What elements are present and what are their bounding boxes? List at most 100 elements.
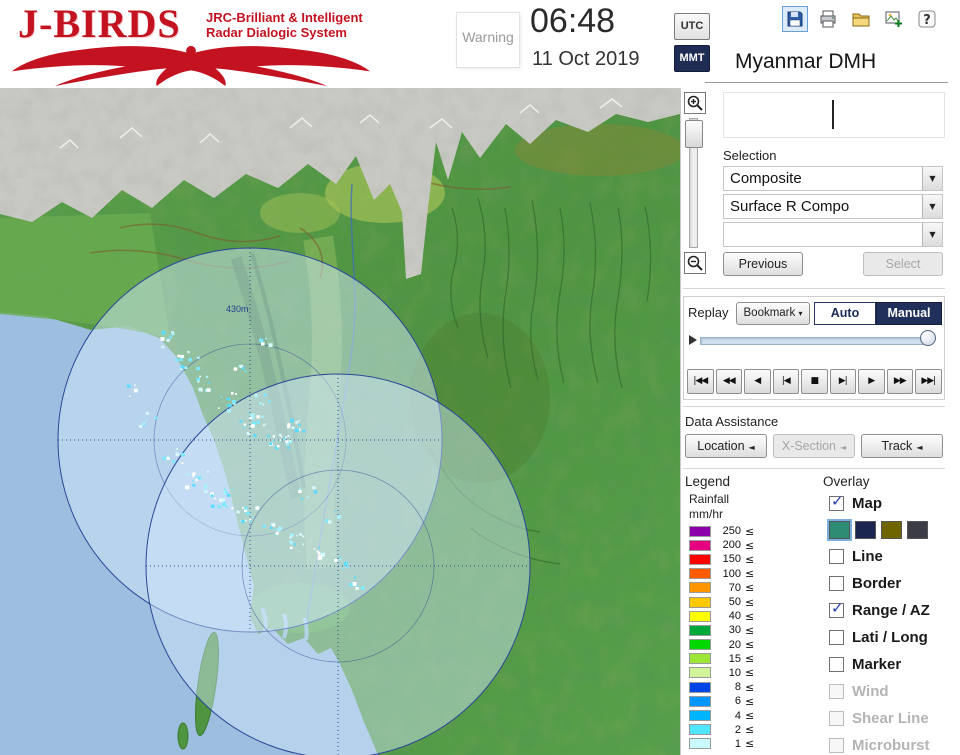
playback-last-button[interactable]: ▶▶| [915, 369, 942, 394]
legend-value: 10 [728, 666, 741, 679]
legend-color-chip [689, 738, 711, 750]
legend-row: 150 ≤ [689, 552, 754, 566]
export-image-button[interactable] [881, 6, 907, 32]
bookmark-label: Bookmark [743, 307, 796, 319]
overlay-item-marker[interactable]: Marker [829, 651, 945, 678]
check-mark-icon: ✓ [831, 599, 844, 617]
product-dropdown[interactable]: Composite ▼ [723, 166, 943, 191]
legend-row: 50 ≤ [689, 595, 754, 609]
checkbox[interactable]: ✓ [829, 599, 844, 618]
replay-panel: Replay Bookmark ▾ Auto Manual |◀◀ ◀◀ ◀ |◀ ■ ▶… [683, 296, 945, 400]
location-button[interactable]: Location ◄ [685, 434, 767, 458]
map-style-swatch[interactable] [881, 521, 902, 539]
print-button[interactable] [815, 6, 841, 32]
replay-slider-track[interactable] [700, 337, 928, 345]
checkbox[interactable] [829, 657, 844, 672]
legend-row: 250 ≤ [689, 524, 754, 538]
zoom-out-button[interactable] [684, 252, 706, 274]
overlay-item-border[interactable]: Border [829, 570, 945, 597]
overlay-item-label: Line [852, 548, 883, 565]
save-button[interactable] [782, 6, 808, 32]
svg-text:?: ? [923, 13, 931, 28]
eagle-icon [11, 45, 371, 87]
app-window: J-BIRDS JRC-Brilliant & Intelligent Rada… [0, 0, 960, 755]
chevron-down-icon[interactable]: ▼ [922, 223, 942, 246]
replay-slider-thumb[interactable] [920, 330, 936, 346]
magnifier-plus-icon [687, 95, 703, 111]
overlay-item-wind[interactable]: Wind [829, 678, 945, 705]
manual-mode-button[interactable]: Manual [876, 302, 942, 325]
playback-rewind-button[interactable]: ◀◀ [715, 369, 742, 394]
radar-map[interactable]: 430m [0, 88, 685, 755]
overlay-item-microburst[interactable]: Microburst [829, 732, 945, 755]
playback-play-button[interactable]: ▶ [858, 369, 885, 394]
legend-value: 15 [728, 652, 741, 665]
help-button[interactable]: ? [914, 6, 940, 32]
playback-first-button[interactable]: |◀◀ [687, 369, 714, 394]
legend-color-chip [689, 539, 711, 551]
playback-fast-forward-button[interactable]: ▶▶ [886, 369, 913, 394]
folder-icon [852, 13, 870, 27]
zoom-slider-thumb[interactable] [685, 120, 703, 148]
parameter-dropdown[interactable]: ▼ [723, 222, 943, 247]
zoom-slider[interactable] [685, 118, 703, 248]
checkbox[interactable] [829, 711, 844, 726]
open-folder-button[interactable] [848, 6, 874, 32]
subproduct-dropdown[interactable]: Surface R Compo ▼ [723, 194, 943, 219]
playback-step-back-button[interactable]: |◀ [772, 369, 799, 394]
divider [683, 468, 945, 470]
bookmark-button[interactable]: Bookmark ▾ [736, 302, 810, 325]
select-button[interactable]: Select [863, 252, 943, 276]
overlay-item-label: Border [852, 575, 902, 592]
checkbox[interactable] [829, 549, 844, 564]
overlay-item-lati-long[interactable]: Lati / Long [829, 624, 945, 651]
overlay-item-line[interactable]: Line [829, 543, 945, 570]
station-list-box[interactable] [723, 92, 945, 138]
checkbox[interactable] [829, 738, 844, 753]
legend-suffix: ≤ [745, 567, 755, 581]
map-style-swatch[interactable] [855, 521, 876, 539]
legend-color-chip [689, 667, 711, 679]
checkbox[interactable] [829, 684, 844, 699]
chevron-down-icon[interactable]: ▼ [922, 195, 942, 218]
playback-stop-button[interactable]: ■ [801, 369, 828, 394]
checkbox[interactable]: ✓ [829, 492, 844, 511]
chevron-down-icon[interactable]: ▼ [922, 167, 942, 190]
checkbox[interactable] [829, 576, 844, 591]
button-label: Track [881, 439, 913, 453]
legend-color-chip [689, 724, 711, 736]
radar-map-canvas[interactable]: 430m [0, 88, 685, 755]
legend-row: 6 ≤ [689, 694, 754, 708]
map-style-swatch[interactable] [827, 519, 852, 541]
overlay-item-map[interactable]: ✓ Map [829, 490, 945, 517]
selection-label: Selection [723, 148, 777, 163]
legend-color-chip [689, 695, 711, 707]
legend-color-chip [689, 639, 711, 651]
overlay-item-shear-line[interactable]: Shear Line [829, 705, 945, 732]
zoom-in-button[interactable] [684, 92, 706, 114]
legend-scale: 250 ≤200 ≤150 ≤100 ≤70 ≤50 ≤40 ≤30 ≤20 ≤15 ≤10 ≤8 ≤6… [689, 524, 754, 751]
utc-button[interactable]: UTC [674, 13, 710, 40]
legend-suffix: ≤ [745, 694, 755, 708]
station-name: Myanmar DMH [705, 50, 948, 83]
previous-button[interactable]: Previous [723, 252, 803, 276]
legend-unit: mm/hr [689, 507, 723, 521]
playback-step-forward-button[interactable]: ▶| [829, 369, 856, 394]
checkbox[interactable] [829, 630, 844, 645]
x-section-button[interactable]: X-Section ◄ [773, 434, 855, 458]
track-button[interactable]: Track ◄ [861, 434, 943, 458]
auto-mode-button[interactable]: Auto [814, 302, 876, 325]
legend-value: 50 [728, 596, 741, 609]
playback-prev-button[interactable]: ◀ [744, 369, 771, 394]
dropdown-value: Surface R Compo [730, 198, 850, 215]
island-small [177, 722, 189, 750]
legend-row: 2 ≤ [689, 723, 754, 737]
legend-row: 1 ≤ [689, 737, 754, 751]
legend-color-chip [689, 653, 711, 665]
logo-subtitle: JRC-Brilliant & Intelligent Radar Dialog… [206, 10, 363, 40]
map-style-swatch[interactable] [907, 521, 928, 539]
legend-suffix: ≤ [745, 538, 755, 552]
legend-color-chip [689, 681, 711, 693]
overlay-item-label: Map [852, 495, 882, 512]
overlay-item-range-az[interactable]: ✓ Range / AZ [829, 597, 945, 624]
